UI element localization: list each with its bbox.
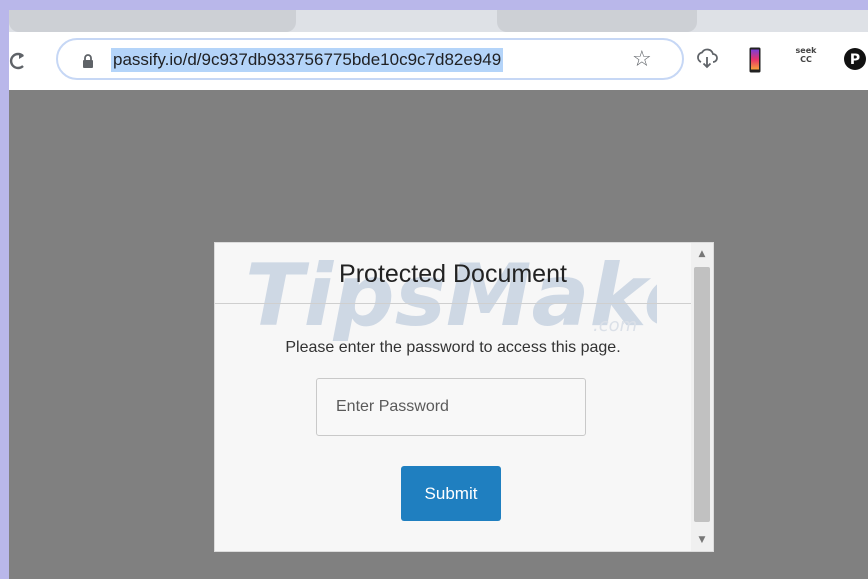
p-extension-icon[interactable]: P [843, 47, 867, 75]
tab-strip [9, 10, 868, 32]
browser-window: passify.io/d/9c937db933756775bde10c9c7d8… [9, 10, 868, 579]
cc-label: CC [800, 55, 812, 64]
phone-extension-icon[interactable] [749, 47, 761, 77]
scroll-down-arrow-icon[interactable]: ▼ [691, 531, 713, 549]
dialog-scrollbar[interactable]: ▲ ▼ [691, 243, 713, 551]
lock-icon[interactable] [82, 53, 94, 68]
url-text[interactable]: passify.io/d/9c937db933756775bde10c9c7d8… [111, 48, 504, 72]
title-divider [215, 303, 691, 304]
scrollbar-thumb[interactable] [694, 267, 710, 522]
browser-tab[interactable] [497, 10, 697, 32]
page-viewport: TipsMake .com Protected Document Please … [9, 90, 868, 579]
dialog-title: Protected Document [339, 260, 567, 288]
watermark-suffix: .com [593, 315, 637, 336]
scroll-up-arrow-icon[interactable]: ▲ [691, 245, 713, 263]
password-prompt: Please enter the password to access this… [285, 339, 621, 356]
bookmark-star-icon[interactable]: ☆ [632, 47, 652, 73]
password-dialog: TipsMake .com Protected Document Please … [214, 242, 714, 552]
cloud-download-icon[interactable] [695, 48, 719, 74]
p-extension-label: P [850, 52, 860, 68]
submit-button[interactable]: Submit [401, 466, 501, 521]
browser-tab[interactable] [9, 10, 296, 32]
reload-icon[interactable] [9, 47, 25, 75]
password-input[interactable] [316, 378, 586, 436]
seek-label: seek [795, 46, 817, 55]
address-bar[interactable]: passify.io/d/9c937db933756775bde10c9c7d8… [56, 38, 684, 80]
browser-toolbar: passify.io/d/9c937db933756775bde10c9c7d8… [9, 32, 868, 90]
seek-extension-icon[interactable]: seek CC [795, 46, 817, 70]
